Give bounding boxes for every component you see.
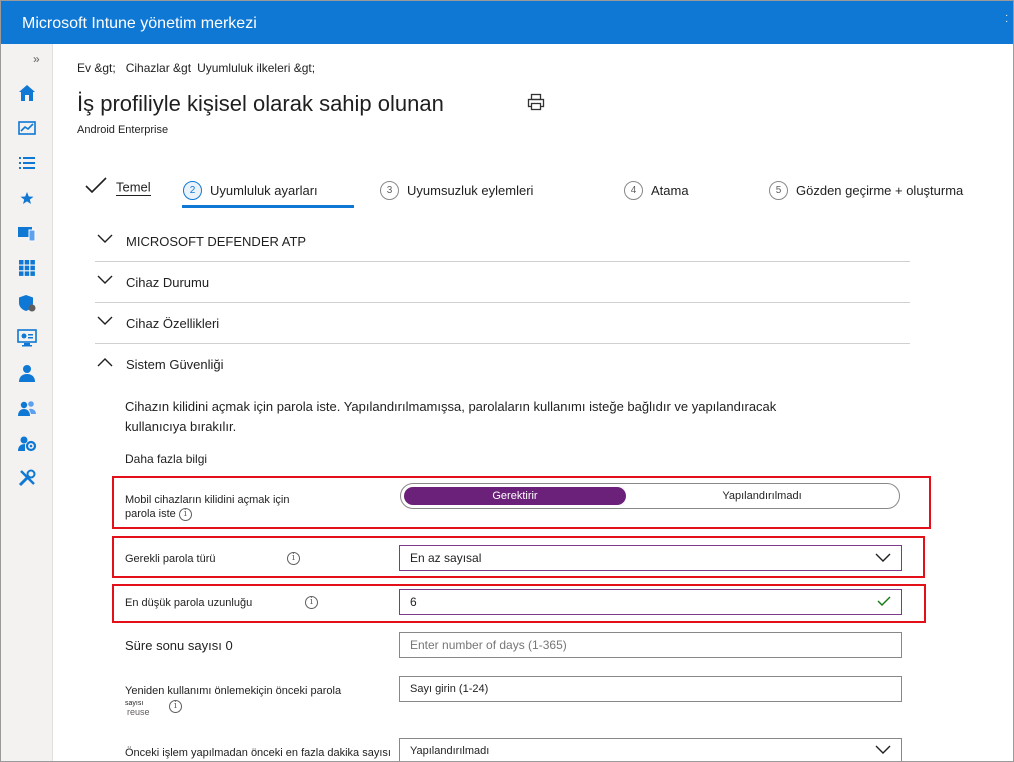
more-info-link[interactable]: Daha fazla bilgi — [125, 452, 207, 466]
chevron-up-icon — [97, 358, 113, 367]
window: Microsoft Intune yönetim merkezi · · » E… — [0, 0, 1014, 762]
section-device-properties[interactable]: Cihaz Özellikleri — [95, 303, 910, 344]
breadcrumb: Ev &gt; Cihazlar &gt Uyumluluk ilkeleri &g… — [77, 61, 325, 75]
troubleshoot-icon[interactable] — [16, 467, 38, 489]
tab-review-create[interactable]: 5 Gözden geçirme + oluşturma — [769, 181, 963, 200]
info-icon[interactable]: i — [287, 552, 300, 565]
home-icon[interactable] — [16, 82, 38, 104]
password-reuse-input[interactable]: Sayı girin (1-24) — [399, 676, 902, 702]
toggle-option-require[interactable]: Gerektirir — [404, 487, 626, 505]
more-menu-icon[interactable]: · · — [1005, 11, 1011, 27]
page-subtitle: Android Enterprise — [77, 124, 169, 136]
chevron-down-icon — [875, 745, 891, 754]
section-description: Cihazın kilidini açmak için parola iste.… — [125, 399, 777, 434]
apps-icon[interactable] — [16, 257, 38, 279]
devices-icon[interactable] — [16, 222, 38, 244]
password-reuse-label: Yeniden kullanımı önlemekiçin önceki par… — [125, 685, 342, 697]
info-icon[interactable]: i — [178, 507, 192, 521]
expiration-days-input[interactable]: Enter number of days (1-365) — [399, 632, 902, 658]
app-title: Microsoft Intune yönetim merkezi — [22, 15, 257, 32]
star-icon[interactable] — [16, 187, 38, 209]
step-number: 5 — [769, 181, 788, 200]
breadcrumb-devices[interactable]: Cihazlar &gt — [126, 61, 191, 75]
checkmark-icon — [85, 177, 107, 200]
expiration-label: Süre sonu sayısı 0 — [125, 638, 233, 653]
max-inactivity-select[interactable]: Yapılandırılmadı — [399, 738, 902, 761]
chevron-down-icon — [97, 234, 113, 243]
top-bar: Microsoft Intune yönetim merkezi · · — [1, 1, 1013, 44]
active-tab-indicator — [182, 205, 354, 208]
list-icon[interactable] — [16, 152, 38, 174]
section-defender-atp[interactable]: MICROSOFT DEFENDER ATP — [95, 221, 910, 262]
step-number: 2 — [183, 181, 202, 200]
min-password-length-label: En düşük parola uzunluğu — [125, 597, 253, 609]
breadcrumb-home[interactable]: Ev &gt; — [77, 61, 116, 75]
tenant-admin-icon[interactable] — [16, 432, 38, 454]
tab-noncompliance-actions[interactable]: 3 Uyumsuzluk eylemleri — [380, 181, 533, 200]
dashboard-icon[interactable] — [16, 117, 38, 139]
endpoint-security-icon[interactable] — [16, 292, 38, 314]
tab-basics[interactable]: Temel — [116, 180, 151, 196]
chevron-down-icon — [875, 553, 891, 562]
reports-icon[interactable] — [16, 327, 38, 349]
info-icon[interactable]: i — [169, 700, 182, 713]
breadcrumb-compliance-policies[interactable]: Uyumluluk ilkeleri &gt; — [197, 61, 315, 75]
users-icon[interactable] — [16, 362, 38, 384]
section-device-health[interactable]: Cihaz Durumu — [95, 262, 910, 303]
chevron-down-icon — [97, 275, 113, 284]
password-type-label: Gerekli parola türü — [125, 553, 216, 565]
expand-nav-icon[interactable]: » — [33, 52, 40, 66]
min-password-length-input[interactable]: 6 — [399, 589, 902, 615]
chevron-down-icon — [97, 316, 113, 325]
page-title: İş profiliyle kişisel olarak sahip oluna… — [77, 91, 444, 116]
password-type-select[interactable]: En az sayısal — [399, 545, 902, 571]
tab-assignment[interactable]: 4 Atama — [624, 181, 689, 200]
require-password-label: Mobil cihazların kilidini açmak için par… — [125, 494, 290, 521]
valid-check-icon — [877, 596, 891, 606]
require-password-toggle[interactable]: Gerektirir Yapılandırılmadı — [400, 483, 900, 509]
left-nav: » — [1, 44, 53, 761]
print-icon[interactable] — [527, 93, 545, 111]
info-icon[interactable]: i — [305, 596, 318, 609]
step-number: 3 — [380, 181, 399, 200]
toggle-option-not-configured[interactable]: Yapılandırılmadı — [631, 487, 893, 505]
step-number: 4 — [624, 181, 643, 200]
password-reuse-label-overlap: reuse — [127, 707, 150, 717]
groups-icon[interactable] — [16, 397, 38, 419]
section-system-security[interactable]: Sistem Güvenliği — [95, 344, 910, 385]
max-inactivity-label: Önceki işlem yapılmadan önceki en fazla … — [125, 747, 391, 759]
tab-compliance-settings[interactable]: 2 Uyumluluk ayarları — [183, 181, 318, 200]
